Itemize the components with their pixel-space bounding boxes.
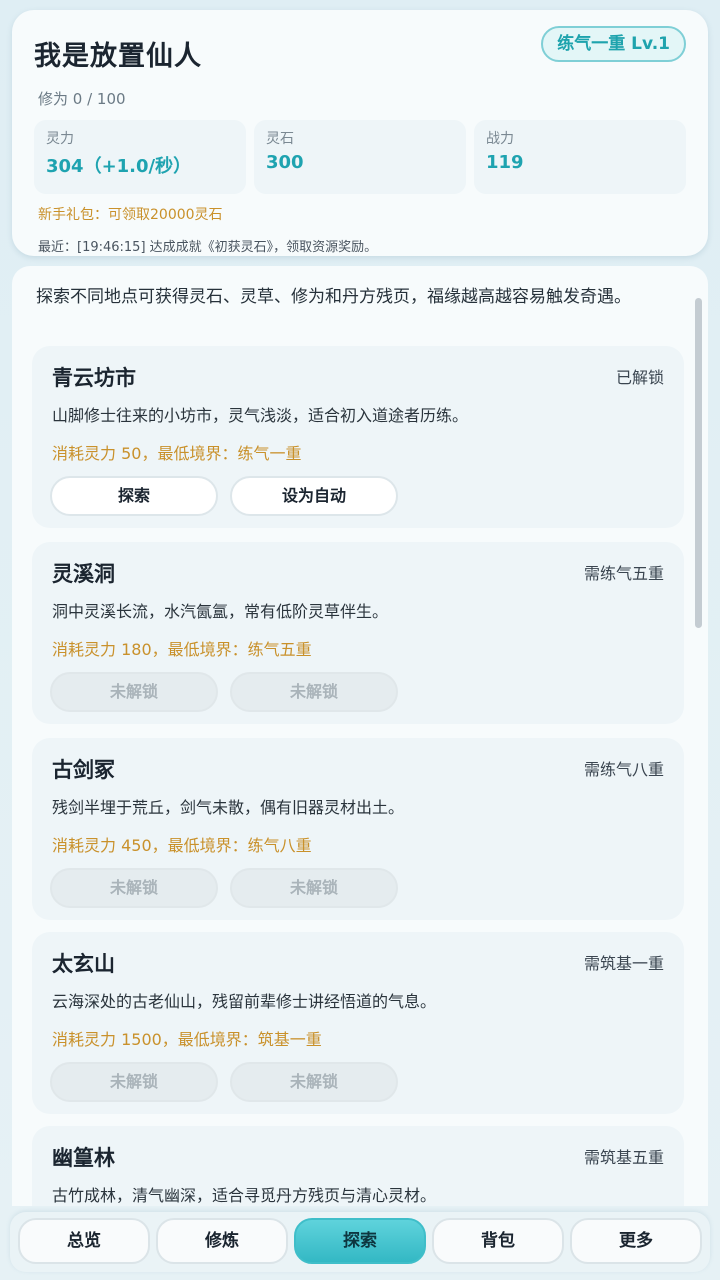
location-name: 幽篁林 <box>52 1146 115 1170</box>
locked-button: 未解锁 <box>230 672 398 712</box>
location-cost: 消耗灵力 1500，最低境界：筑基一重 <box>52 1030 322 1049</box>
locked-button: 未解锁 <box>230 868 398 908</box>
location-name: 青云坊市 <box>52 366 136 390</box>
explore-button[interactable]: 探索 <box>50 476 218 516</box>
page-title: 我是放置仙人 <box>34 41 202 72</box>
locked-button: 未解锁 <box>50 672 218 712</box>
stat-label: 灵力 <box>46 131 74 147</box>
location-cost: 消耗灵力 50，最低境界：练气一重 <box>52 444 302 463</box>
location-description: 古竹成林，清气幽深，适合寻觅丹方残页与清心灵材。 <box>52 1186 437 1205</box>
nav-more[interactable]: 更多 <box>570 1218 702 1264</box>
nav-cultivate[interactable]: 修炼 <box>156 1218 288 1264</box>
location-cost: 消耗灵力 180，最低境界：练气五重 <box>52 640 312 659</box>
recent-log: 最近：[19:46:15] 达成成就《初获灵石》，领取资源奖励。 <box>38 240 378 255</box>
stat-combat-power: 战力 119 <box>474 120 686 194</box>
location-name: 灵溪洞 <box>52 562 115 586</box>
location-cost: 消耗灵力 450，最低境界：练气八重 <box>52 836 312 855</box>
locked-button: 未解锁 <box>50 868 218 908</box>
stat-value: 300 <box>266 152 304 173</box>
location-status: 需练气五重 <box>583 564 664 583</box>
scrollbar[interactable] <box>695 298 702 628</box>
stat-value: 119 <box>486 152 524 173</box>
location-status: 需筑基一重 <box>583 954 664 973</box>
set-auto-button[interactable]: 设为自动 <box>230 476 398 516</box>
location-description: 残剑半埋于荒丘，剑气未散，偶有旧器灵材出土。 <box>52 798 405 817</box>
locked-button: 未解锁 <box>230 1062 398 1102</box>
location-description: 洞中灵溪长流，水汽氤氲，常有低阶灵草伴生。 <box>52 602 389 621</box>
bottom-nav: 总览 修炼 探索 背包 更多 <box>10 1212 710 1272</box>
nav-overview[interactable]: 总览 <box>18 1218 150 1264</box>
newbie-gift-link[interactable]: 新手礼包：可领取20000灵石 <box>38 204 223 224</box>
status-panel: 我是放置仙人 练气一重 Lv.1 修为 0 / 100 灵力 304（+1.0/… <box>12 10 708 256</box>
explore-panel[interactable]: 探索不同地点可获得灵石、灵草、修为和丹方残页，福缘越高越容易触发奇遇。 青云坊市… <box>12 266 708 1206</box>
location-description: 云海深处的古老仙山，残留前辈修士讲经悟道的气息。 <box>52 992 437 1011</box>
realm-level-badge: 练气一重 Lv.1 <box>541 26 686 62</box>
stat-spirit-power: 灵力 304（+1.0/秒） <box>34 120 246 194</box>
location-card: 古剑冢 需练气八重 残剑半埋于荒丘，剑气未散，偶有旧器灵材出土。 消耗灵力 45… <box>32 738 684 920</box>
explore-intro: 探索不同地点可获得灵石、灵草、修为和丹方残页，福缘越高越容易触发奇遇。 <box>36 287 631 307</box>
nav-explore[interactable]: 探索 <box>294 1218 426 1264</box>
location-name: 太玄山 <box>52 952 115 976</box>
location-card: 灵溪洞 需练气五重 洞中灵溪长流，水汽氤氲，常有低阶灵草伴生。 消耗灵力 180… <box>32 542 684 724</box>
cultivation-progress: 修为 0 / 100 <box>38 90 126 108</box>
location-card: 青云坊市 已解锁 山脚修士往来的小坊市，灵气浅淡，适合初入道途者历练。 消耗灵力… <box>32 346 684 528</box>
stat-label: 灵石 <box>266 131 294 147</box>
stats-row: 灵力 304（+1.0/秒） 灵石 300 战力 119 <box>34 120 686 194</box>
locked-button: 未解锁 <box>50 1062 218 1102</box>
location-status: 需筑基五重 <box>583 1148 664 1167</box>
location-status: 已解锁 <box>615 368 664 387</box>
location-card: 太玄山 需筑基一重 云海深处的古老仙山，残留前辈修士讲经悟道的气息。 消耗灵力 … <box>32 932 684 1114</box>
stat-value: 304（+1.0/秒） <box>46 156 192 177</box>
stat-label: 战力 <box>486 131 514 147</box>
location-status: 需练气八重 <box>583 760 664 779</box>
stat-spirit-stones: 灵石 300 <box>254 120 466 194</box>
location-card: 幽篁林 需筑基五重 古竹成林，清气幽深，适合寻觅丹方残页与清心灵材。 <box>32 1126 684 1206</box>
location-description: 山脚修士往来的小坊市，灵气浅淡，适合初入道途者历练。 <box>52 406 469 425</box>
location-name: 古剑冢 <box>52 758 115 782</box>
nav-backpack[interactable]: 背包 <box>432 1218 564 1264</box>
